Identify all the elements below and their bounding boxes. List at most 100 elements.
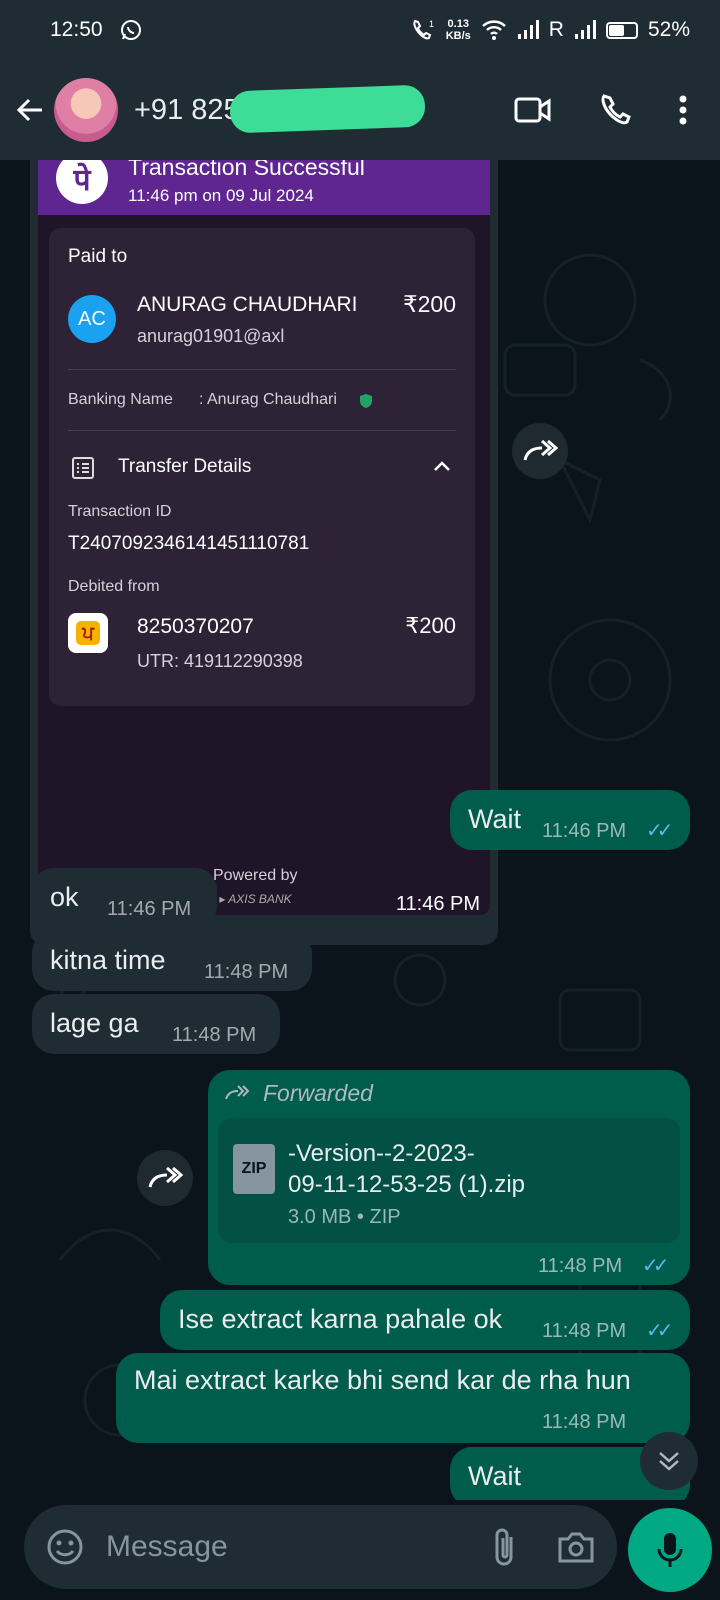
- message-outgoing[interactable]: Ise extract karna pahale ok 11:48 PM ✓✓: [160, 1290, 690, 1350]
- more-vert-icon[interactable]: [678, 94, 688, 126]
- account-number: 8250370207: [137, 615, 254, 638]
- banking-name-label: Banking Name: [68, 391, 173, 408]
- signal-icon: [517, 20, 539, 39]
- file-name: -Version--2-2023- 09-11-12-53-25 (1).zip: [288, 1138, 525, 1200]
- battery-level: [608, 24, 624, 36]
- message-time: 11:48 PM: [172, 1024, 257, 1046]
- payee-avatar: AC: [68, 295, 116, 343]
- double-check-icon: ✓✓: [646, 1320, 673, 1342]
- net-speed: 0.13 KB/s: [446, 18, 471, 42]
- net-speed-value: 0.13: [447, 18, 469, 30]
- message-time: 11:48 PM: [204, 961, 289, 983]
- chat-header: +91 825: [0, 60, 720, 160]
- message-time: 11:46 PM: [395, 893, 480, 915]
- message-incoming[interactable]: lage ga 11:48 PM: [32, 994, 280, 1054]
- transfer-details-label: Transfer Details: [118, 456, 252, 477]
- transaction-id-label: Transaction ID: [68, 503, 172, 520]
- double-check-icon: ✓✓: [646, 820, 673, 842]
- payee-upi: anurag01901@axl: [137, 326, 285, 346]
- divider: [68, 430, 456, 431]
- avatar[interactable]: [54, 78, 118, 142]
- payee-name: ANURAG CHAUDHARI: [137, 293, 358, 316]
- powered-by-label: Powered by: [213, 867, 298, 884]
- message-time: 11:48 PM: [542, 1411, 627, 1433]
- message-time: 11:48 PM: [542, 1320, 627, 1342]
- message-time: 11:48 PM: [538, 1255, 623, 1277]
- zip-file-icon: ZIP: [233, 1144, 275, 1194]
- message-composer: Message: [24, 1505, 617, 1589]
- whatsapp-icon: [120, 20, 141, 40]
- receipt-icon: [72, 457, 94, 479]
- transaction-title: Transaction Successful: [128, 160, 365, 180]
- redaction-mark: [229, 84, 426, 133]
- message-time: 11:46 PM: [107, 898, 192, 920]
- forward-icon: [523, 439, 558, 461]
- debited-amount: ₹200: [405, 613, 456, 638]
- message-outgoing[interactable]: Mai extract karke bhi send kar de rha hu…: [116, 1353, 690, 1443]
- mic-icon: [657, 1533, 683, 1567]
- back-button[interactable]: [14, 90, 50, 130]
- message-text: Wait: [468, 804, 521, 834]
- file-attachment[interactable]: ZIP -Version--2-2023- 09-11-12-53-25 (1)…: [218, 1118, 680, 1243]
- message-text: lage ga: [50, 1008, 139, 1038]
- message-text: Mai extract karke bhi send kar de rha hu…: [134, 1365, 631, 1395]
- contact-number: +91 825: [134, 93, 240, 126]
- status-time: 12:50: [50, 18, 103, 41]
- divider: [68, 369, 456, 370]
- chevron-up-icon: [434, 461, 450, 471]
- attach-icon[interactable]: [491, 1527, 517, 1567]
- file-name-line1: -Version--2-2023-: [288, 1140, 475, 1167]
- signal-icon-2: [574, 20, 596, 39]
- double-check-icon: ✓✓: [642, 1255, 669, 1277]
- camera-icon[interactable]: [557, 1530, 595, 1564]
- file-name-line2: 09-11-12-53-25 (1).zip: [288, 1171, 526, 1198]
- file-info: 3.0 MB • ZIP: [288, 1206, 401, 1228]
- utr-number: UTR: 419112290398: [137, 651, 303, 671]
- message-input[interactable]: Message: [106, 1530, 228, 1564]
- message-text: kitna time: [50, 945, 166, 975]
- bank-logo-mark: ਪ: [76, 621, 100, 645]
- net-speed-unit: KB/s: [445, 30, 471, 42]
- message-outgoing[interactable]: Wait 11:46 PM ✓✓: [450, 790, 690, 850]
- forward-button[interactable]: [137, 1150, 193, 1206]
- roaming-indicator: R: [548, 18, 564, 41]
- phone-icon[interactable]: [598, 93, 632, 127]
- transaction-header: पे Transaction Successful 11:46 pm on 09…: [38, 160, 490, 215]
- chevron-double-down-icon: [659, 1452, 679, 1471]
- paid-amount: ₹200: [402, 291, 456, 317]
- contact-name[interactable]: +91 825: [134, 84, 426, 133]
- file-message[interactable]: Forwarded ZIP -Version--2-2023- 09-11-12…: [208, 1070, 690, 1285]
- forward-button[interactable]: [512, 423, 568, 479]
- paid-to-label: Paid to: [68, 246, 128, 267]
- phonepe-logo: पे: [56, 160, 108, 204]
- forward-icon: [148, 1166, 183, 1188]
- message-incoming[interactable]: kitna time 11:48 PM: [32, 931, 312, 991]
- chat-area[interactable]: पे Transaction Successful 11:46 pm on 09…: [0, 160, 720, 1500]
- transaction-id: T2407092346141451110781: [68, 533, 310, 554]
- verified-shield-icon: [360, 394, 372, 408]
- back-arrow-icon: [16, 98, 42, 122]
- scroll-to-bottom-button[interactable]: [640, 1432, 698, 1490]
- forwarded-label: Forwarded: [263, 1080, 373, 1106]
- emoji-icon[interactable]: [46, 1528, 84, 1566]
- banking-name-value: : Anurag Chaudhari: [199, 391, 337, 408]
- voice-message-button[interactable]: [628, 1508, 712, 1592]
- message-text: Ise extract karna pahale ok: [178, 1304, 503, 1334]
- bank-logo: ਪ: [68, 613, 108, 653]
- wifi-icon: [481, 20, 506, 40]
- message-text: Wait: [468, 1461, 521, 1491]
- battery-icon: [605, 21, 638, 39]
- transaction-card: Paid to AC ANURAG CHAUDHARI ₹200 anurag0…: [49, 228, 475, 706]
- video-call-icon[interactable]: [514, 95, 552, 125]
- transaction-screenshot[interactable]: पे Transaction Successful 11:46 pm on 09…: [38, 160, 490, 915]
- svg-text:1: 1: [429, 19, 434, 29]
- file-badge: ZIP: [241, 1160, 267, 1177]
- message-text: ok: [50, 882, 79, 912]
- battery-percent: 52%: [647, 18, 690, 41]
- status-bar: 12:50 1 0.13 KB/s R 52%: [0, 0, 720, 60]
- message-time: 11:46 PM: [542, 820, 627, 842]
- forwarded-icon: [225, 1085, 250, 1100]
- transaction-datetime: 11:46 pm on 09 Jul 2024: [128, 186, 314, 205]
- image-message[interactable]: पे Transaction Successful 11:46 pm on 09…: [30, 160, 498, 945]
- message-incoming[interactable]: ok 11:46 PM: [32, 868, 217, 928]
